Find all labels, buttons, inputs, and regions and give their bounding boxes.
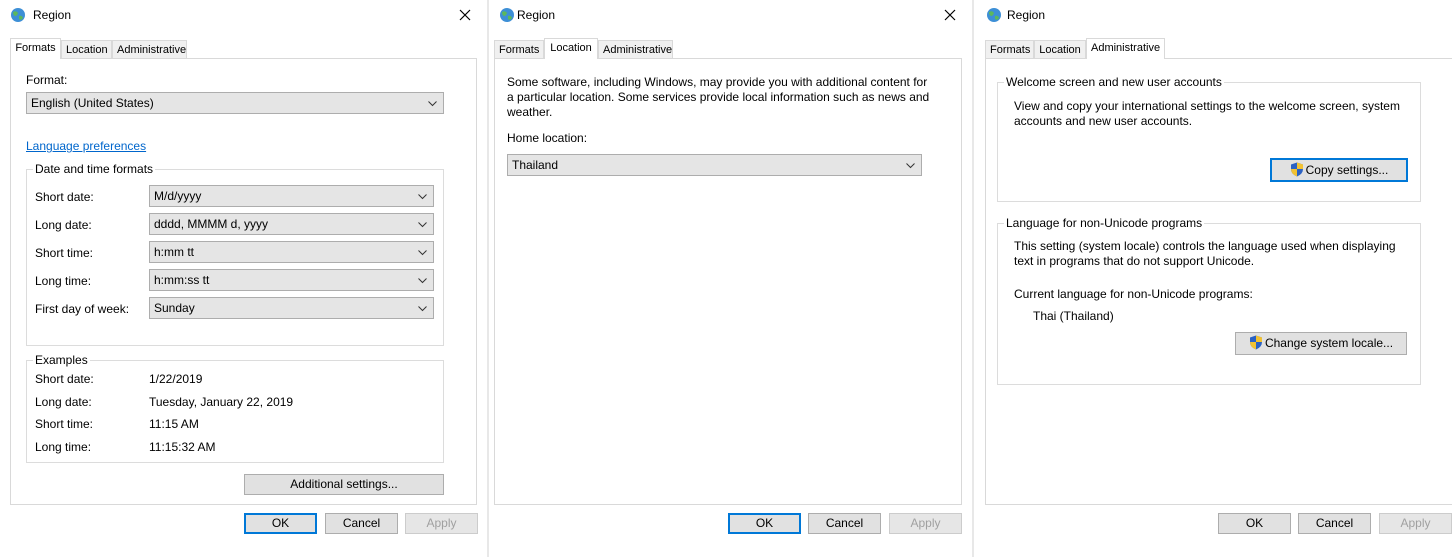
example-long-date-value: Tuesday, January 22, 2019 — [149, 395, 294, 409]
window-title: Region — [517, 8, 556, 22]
example-short-time-label: Short time: — [35, 417, 94, 431]
ok-button[interactable]: OK — [244, 513, 317, 534]
tab-administrative[interactable]: Administrative — [1086, 38, 1165, 59]
ok-button[interactable]: OK — [1218, 513, 1291, 534]
long-time-value: h:mm:ss tt — [154, 273, 210, 287]
copy-settings-button[interactable]: Copy settings... — [1270, 158, 1408, 182]
tab-location[interactable]: Location — [544, 38, 598, 59]
copy-settings-label: Copy settings... — [1305, 163, 1389, 177]
tab-formats[interactable]: Formats — [10, 38, 61, 59]
current-language-label: Current language for non-Unicode program… — [1014, 287, 1253, 301]
chevron-down-icon — [418, 250, 427, 256]
non-unicode-group: Language for non-Unicode programs This s… — [997, 216, 1421, 385]
change-system-locale-button[interactable]: Change system locale... — [1235, 332, 1407, 355]
format-label: Format: — [26, 73, 68, 87]
example-short-time-value: 11:15 AM — [149, 417, 199, 431]
examples-group-title: Examples — [33, 353, 90, 367]
short-time-combo[interactable]: h:mm tt — [149, 241, 434, 263]
long-date-label: Long date: — [35, 218, 92, 232]
tab-administrative[interactable]: Administrative — [598, 40, 673, 58]
chevron-down-icon — [418, 222, 427, 228]
first-day-combo[interactable]: Sunday — [149, 297, 434, 319]
chevron-down-icon — [418, 278, 427, 284]
home-location-label: Home location: — [507, 131, 588, 145]
example-long-date-label: Long date: — [35, 395, 92, 409]
formats-panel: Format: English (United States) Language… — [10, 58, 477, 505]
example-long-time-value: 11:15:32 AM — [149, 440, 216, 454]
location-panel: Some software, including Windows, may pr… — [494, 58, 962, 505]
chevron-down-icon — [906, 163, 915, 169]
format-combo-value: English (United States) — [31, 96, 154, 110]
globe-icon — [987, 8, 1001, 22]
cancel-button[interactable]: Cancel — [325, 513, 398, 534]
current-language-value: Thai (Thailand) — [1033, 309, 1114, 323]
long-date-value: dddd, MMMM d, yyyy — [154, 217, 269, 231]
title-bar[interactable]: Region — [974, 0, 1452, 30]
welcome-screen-group: Welcome screen and new user accounts Vie… — [997, 75, 1421, 202]
example-short-date-label: Short date: — [35, 372, 94, 386]
apply-button[interactable]: Apply — [889, 513, 962, 534]
cancel-button[interactable]: Cancel — [808, 513, 881, 534]
short-date-value: M/d/yyyy — [154, 189, 202, 203]
close-icon — [944, 9, 956, 21]
cancel-button[interactable]: Cancel — [1298, 513, 1371, 534]
tab-formats[interactable]: Formats — [494, 40, 544, 58]
apply-button[interactable]: Apply — [1379, 513, 1452, 534]
region-dialog-location: Region Formats Location Administrative S… — [489, 0, 972, 545]
language-preferences-link[interactable]: Language preferences — [26, 139, 146, 153]
tab-administrative[interactable]: Administrative — [112, 40, 187, 58]
title-bar[interactable]: Region — [489, 0, 972, 30]
close-icon — [459, 9, 471, 21]
datetime-group-title: Date and time formats — [33, 162, 156, 176]
title-bar[interactable]: Region — [0, 0, 487, 30]
example-long-time-label: Long time: — [35, 440, 92, 454]
location-description: Some software, including Windows, may pr… — [507, 75, 930, 119]
home-location-combo[interactable]: Thailand — [507, 154, 922, 176]
example-short-date-value: 1/22/2019 — [149, 372, 203, 386]
tab-location[interactable]: Location — [1034, 40, 1086, 58]
tab-formats[interactable]: Formats — [985, 40, 1034, 58]
welcome-group-title: Welcome screen and new user accounts — [1004, 75, 1224, 89]
long-date-combo[interactable]: dddd, MMMM d, yyyy — [149, 213, 434, 235]
home-location-value: Thailand — [512, 158, 559, 172]
window-title: Region — [1007, 8, 1046, 22]
short-time-value: h:mm tt — [154, 245, 195, 259]
tab-location[interactable]: Location — [61, 40, 112, 58]
examples-group: Examples Short date: 1/22/2019 Long date… — [26, 353, 444, 463]
short-date-combo[interactable]: M/d/yyyy — [149, 185, 434, 207]
region-dialog-administrative: Region Formats Location Administrative W… — [974, 0, 1452, 545]
region-dialog-formats: Region Formats Location Administrative F… — [0, 0, 487, 545]
datetime-formats-group: Date and time formats Short date: M/d/yy… — [26, 162, 444, 346]
non-unicode-description: This setting (system locale) controls th… — [1014, 239, 1396, 268]
uac-shield-icon — [1249, 335, 1262, 350]
globe-icon — [11, 8, 25, 22]
long-time-combo[interactable]: h:mm:ss tt — [149, 269, 434, 291]
change-system-locale-label: Change system locale... — [1264, 336, 1394, 350]
uac-shield-icon — [1290, 162, 1303, 177]
chevron-down-icon — [418, 306, 427, 312]
ok-button[interactable]: OK — [728, 513, 801, 534]
welcome-description: View and copy your international setting… — [1014, 99, 1400, 128]
short-date-label: Short date: — [35, 190, 94, 204]
short-time-label: Short time: — [35, 246, 94, 260]
chevron-down-icon — [428, 101, 437, 107]
chevron-down-icon — [418, 194, 427, 200]
close-button[interactable] — [928, 0, 972, 30]
administrative-panel: Welcome screen and new user accounts Vie… — [985, 58, 1452, 505]
window-title: Region — [33, 8, 72, 22]
format-combo[interactable]: English (United States) — [26, 92, 444, 114]
non-unicode-group-title: Language for non-Unicode programs — [1004, 216, 1205, 230]
long-time-label: Long time: — [35, 274, 92, 288]
close-button[interactable] — [443, 0, 487, 30]
first-day-label: First day of week: — [35, 302, 130, 316]
first-day-value: Sunday — [154, 301, 195, 315]
additional-settings-button[interactable]: Additional settings... — [244, 474, 444, 495]
apply-button[interactable]: Apply — [405, 513, 478, 534]
globe-icon — [500, 8, 514, 22]
